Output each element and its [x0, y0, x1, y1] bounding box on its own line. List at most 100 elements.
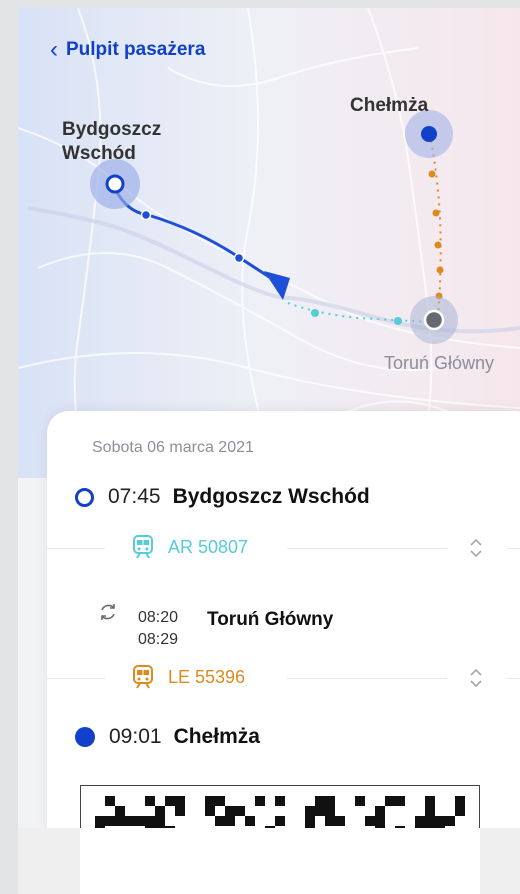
app-frame: ‹ Pulpit pasażera Bydgoszcz Wschód Chełm… — [18, 8, 520, 894]
bottom-bar-panel — [80, 828, 480, 894]
journey-card: Sobota 06 marca 2021 07:45 Bydgoszcz Wsc… — [47, 411, 520, 894]
train-segment-2[interactable]: LE 55396 — [132, 665, 245, 689]
origin-name: Bydgoszcz Wschód — [172, 485, 370, 508]
destination-time: 09:01 — [109, 725, 162, 748]
chevron-left-icon: ‹ — [50, 36, 58, 63]
train-2-number: LE 55396 — [168, 666, 246, 687]
origin-ring-icon — [75, 487, 94, 507]
map-label-transfer: Toruń Główny — [384, 353, 495, 373]
back-link-label: Pulpit pasażera — [66, 39, 206, 60]
qr-module — [105, 816, 115, 826]
divider — [287, 678, 447, 679]
qr-module — [135, 816, 145, 826]
bottom-bar — [18, 828, 520, 894]
qr-module — [325, 796, 335, 806]
qr-module — [425, 816, 435, 826]
qr-module — [425, 806, 435, 816]
qr-module — [325, 816, 335, 826]
qr-module — [375, 816, 385, 826]
qr-module — [145, 816, 155, 826]
qr-module — [205, 796, 215, 806]
qr-module — [215, 796, 225, 806]
qr-module — [335, 816, 345, 826]
route-stop-dot — [432, 209, 440, 217]
expand-chevron-icon[interactable] — [467, 667, 485, 689]
qr-module — [275, 796, 285, 806]
qr-module — [385, 796, 395, 806]
origin-time: 07:45 — [108, 485, 161, 508]
origin-marker[interactable] — [90, 159, 140, 209]
qr-module — [455, 796, 465, 806]
train-icon — [133, 535, 153, 559]
back-link[interactable]: ‹ Pulpit pasażera — [50, 38, 205, 62]
route-stop-dot — [140, 209, 152, 221]
route-main — [113, 187, 290, 300]
qr-module — [155, 816, 165, 826]
route-stop-dot — [311, 309, 319, 317]
qr-module — [255, 796, 265, 806]
qr-module — [235, 806, 245, 816]
qr-module — [125, 816, 135, 826]
qr-module — [355, 796, 365, 806]
qr-module — [165, 796, 175, 806]
train-1-number: AR 50807 — [168, 536, 249, 557]
route-stop-dot — [428, 170, 436, 178]
qr-module — [375, 806, 385, 816]
qr-module — [425, 796, 435, 806]
qr-module — [155, 806, 165, 816]
expand-chevron-icon[interactable] — [467, 537, 485, 559]
qr-module — [115, 816, 125, 826]
qr-module — [325, 806, 335, 816]
transfer-times: 08:20 08:29 — [138, 607, 178, 651]
qr-module — [415, 816, 425, 826]
qr-module — [455, 806, 465, 816]
qr-module — [245, 816, 255, 826]
qr-module — [175, 806, 185, 816]
divider — [47, 548, 105, 549]
qr-module — [365, 816, 375, 826]
qr-module — [105, 796, 115, 806]
route-map[interactable]: ‹ Pulpit pasażera Bydgoszcz Wschód Chełm… — [18, 8, 520, 478]
destination-stop: 09:01 Chełmża — [75, 725, 260, 749]
qr-module — [315, 806, 325, 816]
qr-module — [215, 816, 225, 826]
divider — [507, 548, 520, 549]
qr-module — [445, 816, 455, 826]
qr-module — [315, 796, 325, 806]
qr-module — [225, 806, 235, 816]
qr-module — [115, 806, 125, 816]
qr-module — [275, 816, 285, 826]
map-label-origin: Bydgoszcz Wschód — [62, 119, 162, 164]
divider — [287, 548, 447, 549]
destination-name: Chełmża — [173, 725, 260, 748]
origin-stop: 07:45 Bydgoszcz Wschód — [75, 485, 370, 509]
transfer-departure-time: 08:29 — [138, 631, 179, 648]
qr-module — [145, 796, 155, 806]
route-stop-dot — [394, 317, 402, 325]
qr-module — [175, 796, 185, 806]
train-icon — [133, 665, 153, 689]
qr-module — [305, 816, 315, 826]
qr-module — [95, 816, 105, 826]
map-label-destination: Chełmża — [350, 95, 429, 116]
map-canvas — [18, 8, 520, 478]
divider — [47, 678, 105, 679]
qr-module — [305, 806, 315, 816]
map-roads — [18, 8, 520, 478]
route-stop-dot — [434, 241, 442, 249]
divider — [507, 678, 520, 679]
qr-module — [205, 806, 215, 816]
journey-date: Sobota 06 marca 2021 — [92, 439, 254, 456]
qr-module — [225, 816, 235, 826]
route-orange — [428, 133, 444, 317]
qr-module — [435, 816, 445, 826]
transfer-icon — [101, 604, 115, 620]
route-stop-dot — [233, 252, 245, 264]
transfer-station-name: Toruń Główny — [207, 609, 334, 630]
transfer-marker[interactable] — [410, 296, 458, 344]
transfer-arrival-time: 08:20 — [138, 609, 179, 626]
route-stop-dot — [436, 266, 444, 274]
destination-dot-icon — [75, 727, 95, 747]
train-segment-1[interactable]: AR 50807 — [132, 535, 248, 559]
qr-module — [395, 796, 405, 806]
